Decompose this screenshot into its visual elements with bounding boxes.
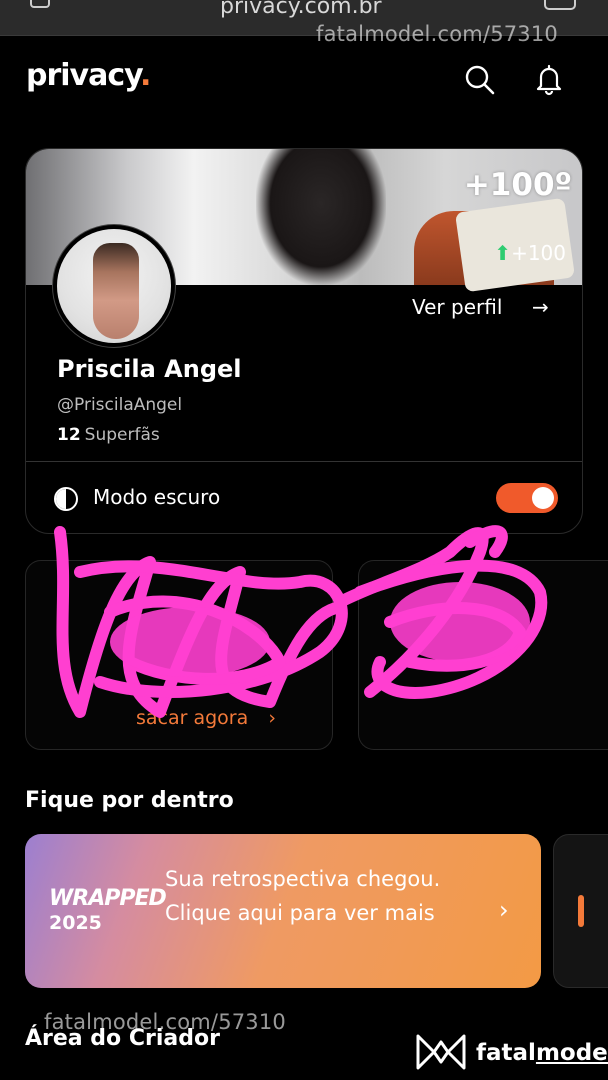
- wrapped-logo-text: WRAPPED: [49, 886, 167, 911]
- privacy-logo[interactable]: privacy.: [26, 58, 151, 93]
- dark-mode-toggle[interactable]: [496, 483, 558, 513]
- browser-site-icon[interactable]: [30, 0, 50, 8]
- chevron-right-icon: ›: [499, 896, 509, 924]
- profile-handle: @PriscilaAngel: [57, 395, 183, 415]
- toggle-knob: [532, 487, 554, 509]
- cover-count-big: +100º: [463, 167, 572, 203]
- next-banner-accent: [578, 895, 584, 927]
- wrapped-year: 2025: [49, 912, 102, 934]
- next-banner-card[interactable]: [553, 834, 608, 988]
- wrapped-banner[interactable]: WRAPPED 2025 Sua retrospectiva chegou. C…: [25, 834, 541, 988]
- notification-bell-icon[interactable]: [532, 62, 566, 96]
- fatalmodel-brand: fatalmodel: [476, 1040, 608, 1066]
- card-divider: [26, 461, 582, 462]
- dark-mode-label: Modo escuro: [93, 485, 221, 509]
- superfans-label: Superfãs: [84, 425, 160, 445]
- wrapped-banner-text: Sua retrospectiva chegou. Clique aqui pa…: [165, 867, 441, 925]
- model-text: model: [535, 1040, 608, 1066]
- avatar[interactable]: [53, 225, 175, 347]
- browser-tabs-icon[interactable]: [544, 0, 576, 10]
- cover-count-small: ⬆+100: [494, 241, 566, 265]
- arrow-right-icon: →: [532, 295, 549, 319]
- up-arrow-icon: ⬆: [494, 241, 512, 265]
- avatar-figure: [93, 243, 139, 339]
- watermark-top: fatalmodel.com/57310: [316, 22, 558, 46]
- search-icon[interactable]: [462, 62, 496, 96]
- fatal-text: fatal: [476, 1040, 536, 1066]
- superfans-count: 12 Superfãs: [57, 425, 160, 445]
- view-profile-label: Ver perfil: [412, 295, 503, 319]
- cover-count-small-value: +100: [511, 241, 566, 265]
- profile-card[interactable]: +100º ⬆+100 Ver perfil → Priscila Angel …: [25, 148, 583, 534]
- superfans-number: 12: [57, 425, 81, 445]
- stay-informed-title: Fique por dentro: [25, 788, 234, 813]
- creator-area-title: Área do Criador: [25, 1026, 220, 1051]
- view-profile-link[interactable]: Ver perfil →: [412, 295, 549, 319]
- fatalmodel-logo-icon: [416, 1034, 466, 1070]
- dark-mode-icon: [54, 487, 78, 511]
- cover-figure: [256, 149, 386, 285]
- redaction-scribble: [54, 525, 548, 718]
- logo-dot: .: [139, 58, 151, 93]
- logo-text: privacy: [26, 58, 141, 93]
- profile-name: Priscila Angel: [57, 355, 242, 383]
- browser-url-text[interactable]: privacy.com.br: [220, 0, 382, 19]
